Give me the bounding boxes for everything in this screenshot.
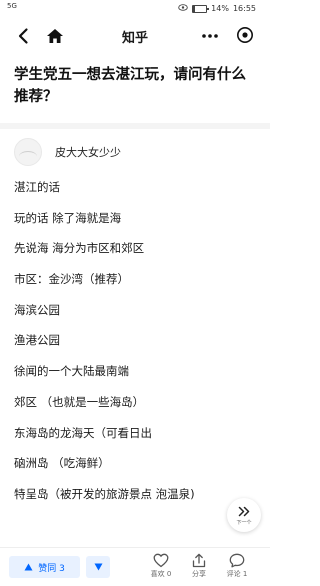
eye-icon: [178, 4, 188, 13]
triangle-up-icon: [24, 563, 33, 571]
answer-paragraph: 东海岛的龙海天（可看日出: [14, 425, 152, 440]
answer-paragraph: 特呈岛（被开发的旅游景点 泡温泉): [14, 486, 195, 501]
answer-paragraph: 玩的话 除了海就是海: [14, 210, 122, 225]
status-time: 16:55: [232, 4, 256, 13]
share-label: 分享: [192, 570, 206, 578]
answer-content: 湛江的话 玩的话 除了海就是海 先说海 海分为市区和郊区 市区：金沙湾（推荐） …: [14, 172, 260, 570]
battery-percent: 14%: [211, 4, 229, 13]
question-title[interactable]: 学生党五一想去湛江玩，请问有什么推荐？: [14, 64, 260, 108]
like-label: 喜欢 0: [150, 570, 172, 578]
answer-paragraph: 海滨公园: [14, 302, 60, 317]
vote-up-label: 赞同 3: [38, 563, 65, 574]
bottom-action-bar: 赞同 3 喜欢 0 分享 评论 1: [0, 547, 270, 586]
double-chevron-right-icon: [238, 506, 250, 517]
heart-icon: [153, 553, 169, 568]
more-button[interactable]: [198, 28, 222, 44]
signal-indicator: 5G: [7, 3, 17, 10]
avatar[interactable]: [14, 138, 42, 166]
answer-paragraph: 市区：金沙湾（推荐）: [14, 272, 129, 287]
vote-down-button[interactable]: [86, 556, 110, 578]
answer-paragraph: 郊区 （也就是一些海岛）: [14, 394, 145, 409]
battery-icon: [192, 4, 210, 13]
next-answer-label: 下一个: [236, 520, 252, 526]
nav-bar: 知乎: [0, 22, 270, 52]
section-divider: [0, 123, 270, 129]
target-icon: [237, 27, 253, 43]
comment-button[interactable]: 评论 1: [217, 553, 257, 579]
vote-up-button[interactable]: 赞同 3: [9, 556, 80, 578]
answer-paragraph: 湛江的话: [14, 180, 60, 194]
author-row[interactable]: 皮大大女少少: [14, 138, 121, 166]
share-button[interactable]: 分享: [179, 553, 219, 579]
author-name[interactable]: 皮大大女少少: [55, 144, 121, 160]
status-bar: 5G 14% 16:55: [0, 0, 270, 18]
comment-label: 评论 1: [226, 570, 248, 578]
share-icon: [192, 553, 206, 568]
answer-paragraph: 硇洲岛 （吃海鲜）: [14, 456, 110, 471]
answer-paragraph: 渔港公园: [14, 333, 60, 348]
answer-paragraph: 徐闻的一个大陆最南端: [14, 364, 129, 379]
nav-title: 知乎: [121, 31, 148, 46]
comment-bubble-icon: [229, 553, 245, 568]
triangle-down-icon: [94, 563, 102, 571]
signal-label: 5G: [7, 2, 17, 10]
status-right: 14% 16:55: [178, 4, 256, 13]
more-dots-icon: [202, 34, 218, 38]
next-answer-button[interactable]: 下一个: [227, 498, 261, 532]
like-button[interactable]: 喜欢 0: [141, 553, 181, 579]
close-miniapp-button[interactable]: [236, 26, 254, 44]
answer-paragraph: 先说海 海分为市区和郊区: [14, 241, 145, 256]
